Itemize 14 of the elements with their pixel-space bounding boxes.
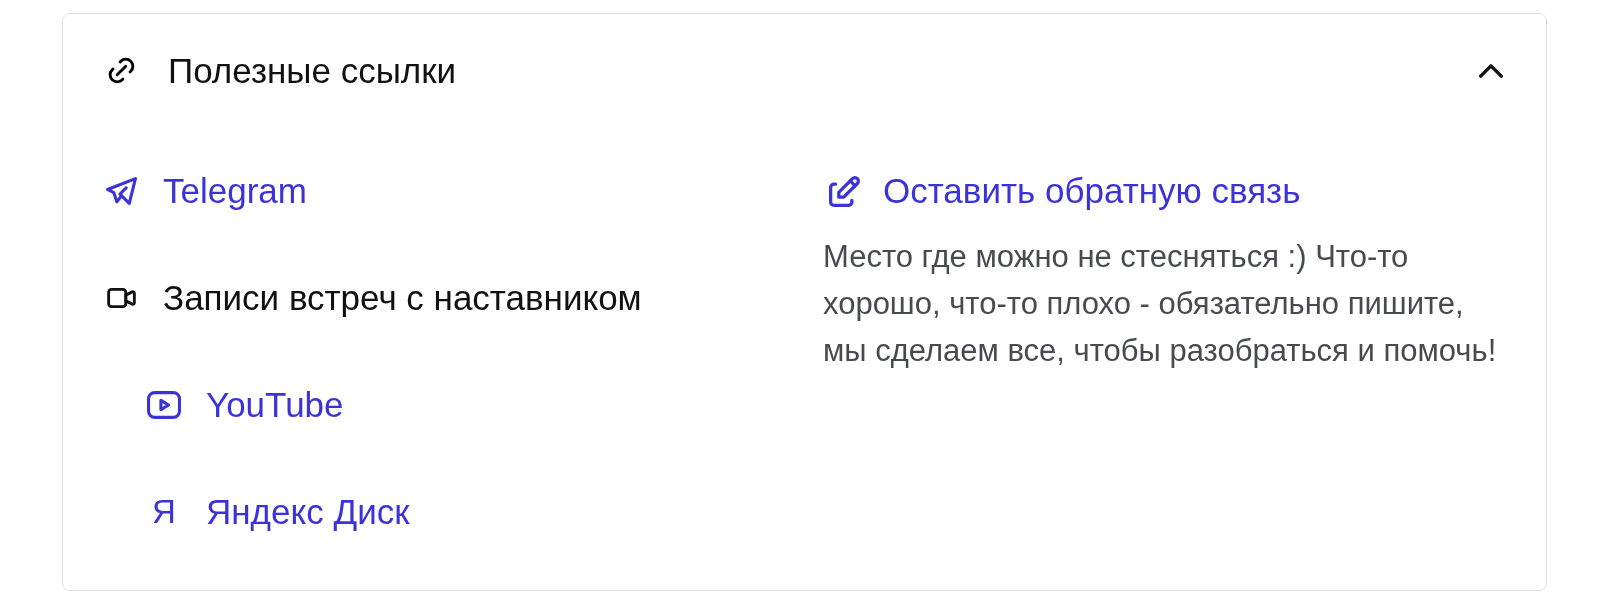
letter-icon: Я [152,497,176,527]
pencil-square-icon [828,175,860,207]
feedback-description: Место где можно не стесняться :) Что-то хорошо, что-то плохо - обязательно пишите, мы сделаем все, чтобы разобраться и помочь! [823,238,1498,370]
group-label: Записи встреч с наставником [163,277,642,319]
resource-link[interactable]: Я Яндекс Диск [147,490,410,534]
chevron-up-icon[interactable] [1479,63,1503,78]
chain-link-icon [107,57,135,84]
feedback-link[interactable]: Оставить обратную связь [827,169,1301,213]
section-title: Полезные ссылки [168,50,458,91]
paper-plane-icon [105,177,137,205]
resource-link[interactable]: Telegram [104,169,307,213]
resource-link[interactable]: YouTube [147,383,344,427]
video-camera-icon [106,288,136,308]
play-button-icon [147,391,181,419]
